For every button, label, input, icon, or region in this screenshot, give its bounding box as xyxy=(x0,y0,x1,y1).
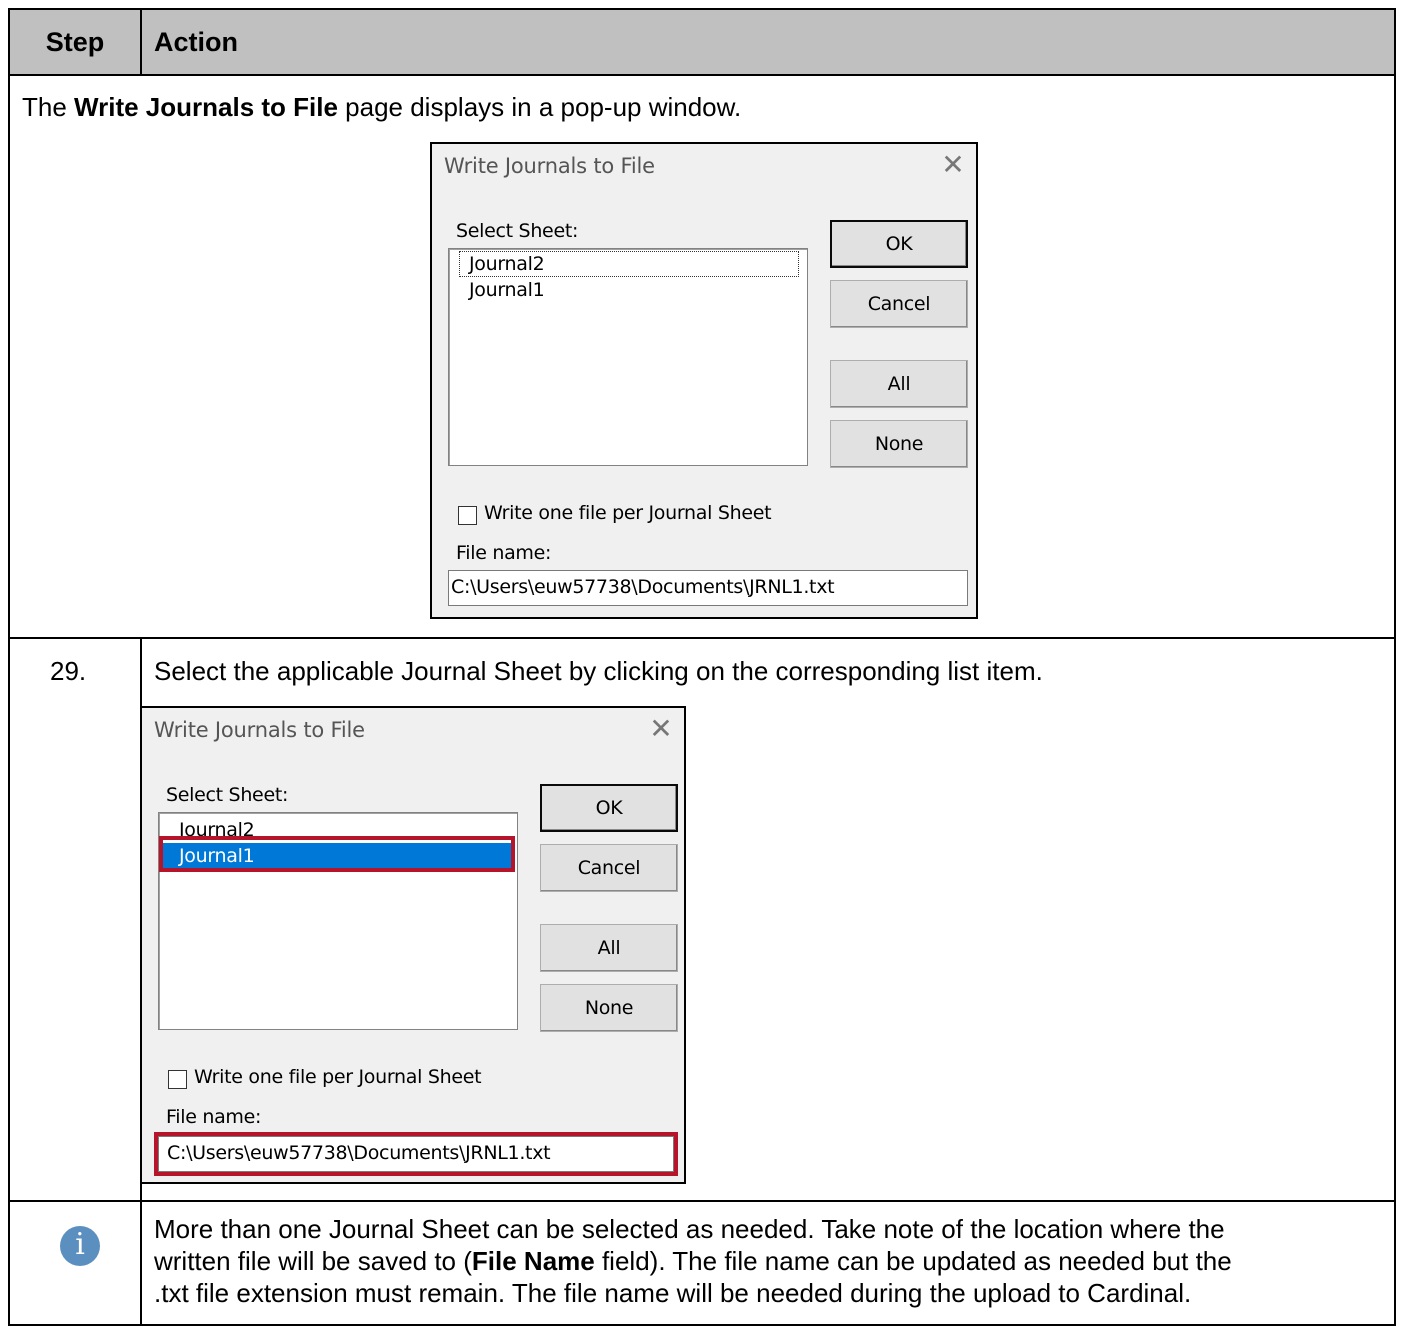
checkbox-label: Write one file per Journal Sheet xyxy=(484,502,772,524)
dialog-write-journals: Write Journals to File ✕ Select Sheet: J… xyxy=(430,142,978,619)
ok-button[interactable]: OK xyxy=(830,220,968,268)
intro-text: The Write Journals to File page displays… xyxy=(22,92,742,122)
write-per-sheet-checkbox[interactable] xyxy=(458,506,477,525)
none-button[interactable]: None xyxy=(830,420,968,468)
info-icon: i xyxy=(60,1226,100,1266)
note-line-1: More than one Journal Sheet can be selec… xyxy=(154,1214,1225,1244)
list-item-journal1[interactable]: Journal1 xyxy=(459,277,799,303)
close-icon[interactable]: ✕ xyxy=(938,148,968,182)
dialog-title: Write Journals to File xyxy=(444,154,655,178)
sheet-listbox[interactable]: Journal2 Journal1 xyxy=(448,248,808,466)
highlight-selected-item xyxy=(159,836,515,872)
list-item-journal2[interactable]: Journal2 xyxy=(459,251,799,277)
note-line-3: .txt file extension must remain. The fil… xyxy=(154,1278,1192,1308)
file-name-label: File name: xyxy=(166,1106,262,1128)
dialog-write-journals-selected: Write Journals to File ✕ Select Sheet: J… xyxy=(140,706,686,1184)
write-per-sheet-checkbox[interactable] xyxy=(168,1070,187,1089)
cancel-button[interactable]: Cancel xyxy=(830,280,968,328)
close-icon[interactable]: ✕ xyxy=(646,712,676,746)
select-sheet-label: Select Sheet: xyxy=(456,220,579,242)
highlight-file-name xyxy=(154,1132,678,1176)
step-number: 29. xyxy=(50,656,87,686)
file-name-input[interactable]: C:\Users\euw57738\Documents\JRNL1.txt xyxy=(448,570,968,606)
header-action: Action xyxy=(154,27,238,57)
row-divider xyxy=(10,637,1394,639)
ok-button[interactable]: OK xyxy=(540,784,678,832)
file-name-label: File name: xyxy=(456,542,552,564)
note-line-2: written file will be saved to (File Name… xyxy=(154,1246,1232,1276)
table-header: Step Action xyxy=(10,10,1394,76)
select-sheet-label: Select Sheet: xyxy=(166,784,289,806)
dialog-title: Write Journals to File xyxy=(154,718,365,742)
header-step: Step xyxy=(10,10,142,74)
all-button[interactable]: All xyxy=(830,360,968,408)
procedure-table: Step Action The Write Journals to File p… xyxy=(8,8,1396,1326)
row-divider xyxy=(10,1200,1394,1202)
cancel-button[interactable]: Cancel xyxy=(540,844,678,892)
all-button[interactable]: All xyxy=(540,924,678,972)
checkbox-label: Write one file per Journal Sheet xyxy=(194,1066,482,1088)
step-text: Select the applicable Journal Sheet by c… xyxy=(154,656,1043,686)
none-button[interactable]: None xyxy=(540,984,678,1032)
